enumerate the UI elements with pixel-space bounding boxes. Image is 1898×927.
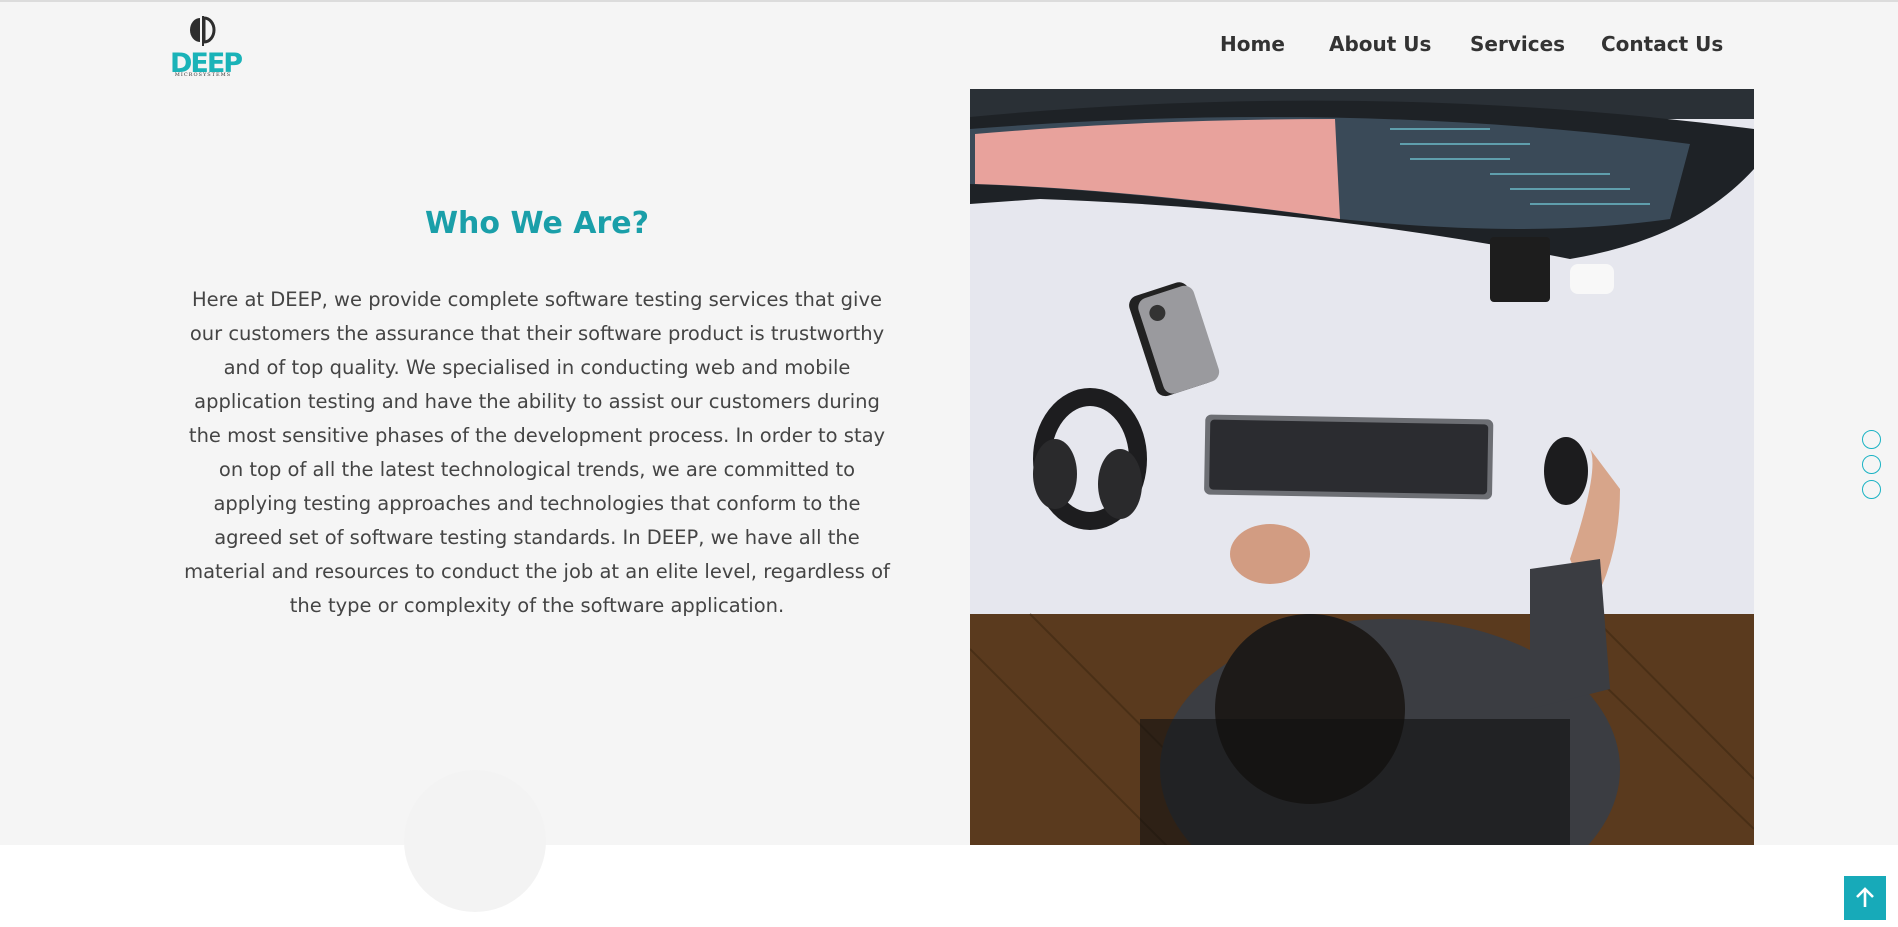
- logo-tagline: MICROSYSTEMS: [174, 72, 232, 78]
- slider-dot-2[interactable]: [1862, 455, 1881, 474]
- nav-home[interactable]: Home: [1220, 32, 1285, 56]
- slider-dot-1[interactable]: [1862, 430, 1881, 449]
- nav-services[interactable]: Services: [1470, 32, 1565, 56]
- section-title: Who We Are?: [424, 206, 650, 241]
- decorative-circle: [404, 770, 546, 912]
- nav-contact-us[interactable]: Contact Us: [1601, 32, 1723, 56]
- arrow-up-icon: [1856, 887, 1874, 907]
- scroll-to-top-button[interactable]: [1844, 876, 1886, 920]
- section-body: Here at DEEP, we provide complete softwa…: [184, 288, 890, 617]
- nav-about-us[interactable]: About Us: [1329, 32, 1431, 56]
- main-nav: Home About Us Services Contact Us: [1200, 32, 1723, 62]
- slider-dot-3[interactable]: [1862, 480, 1881, 499]
- brand-logo[interactable]: DEEP MICROSYSTEMS: [170, 14, 243, 78]
- workspace-photo: [970, 89, 1754, 845]
- slider-dots: [1862, 430, 1882, 502]
